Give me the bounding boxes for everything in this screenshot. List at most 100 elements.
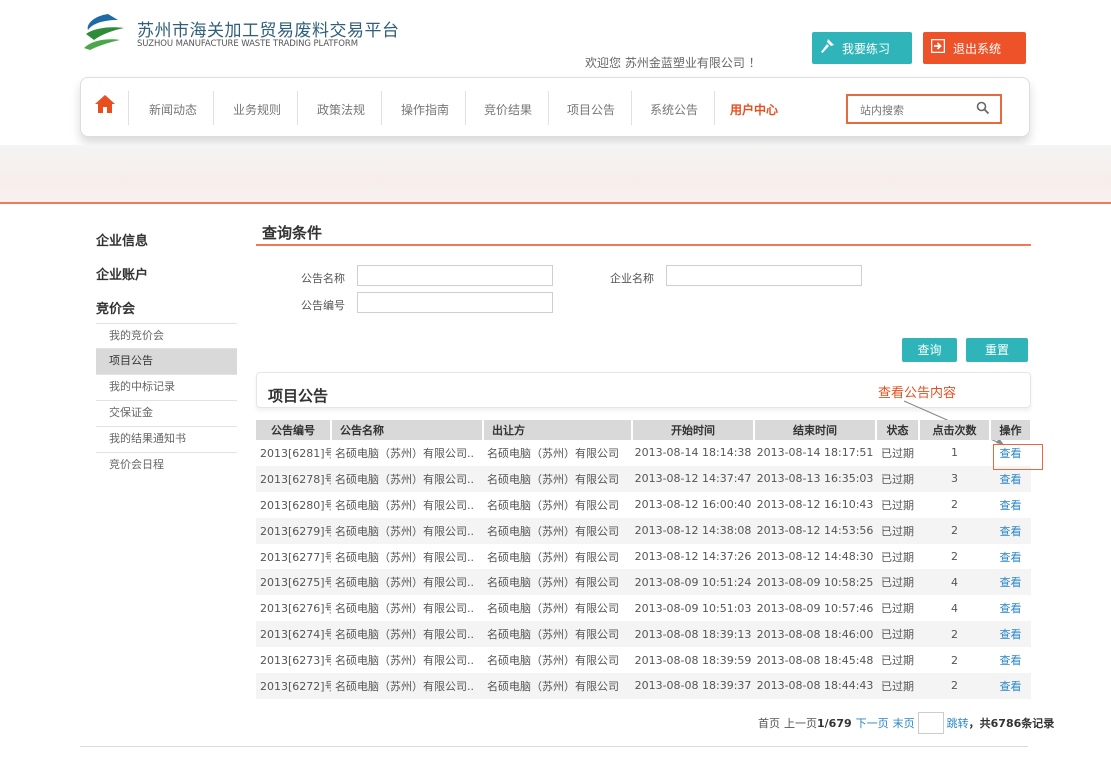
sidebar-item-my-auctions[interactable]: 我的竞价会 xyxy=(96,323,237,349)
table-row: 2013[6276]号 名硕电脑（苏州）有限公司.. 名硕电脑（苏州）有限公司 … xyxy=(256,595,1031,621)
view-link[interactable]: 查看 xyxy=(990,647,1031,673)
list-title: 项目公告 xyxy=(268,387,329,405)
cell-number: 2013[6272]号 xyxy=(256,673,331,699)
cell-clicks: 2 xyxy=(919,673,990,699)
nav-system-notices[interactable]: 系统公告 xyxy=(650,101,698,118)
view-link[interactable]: 查看 xyxy=(990,621,1031,648)
view-link[interactable]: 查看 xyxy=(990,517,1031,544)
pager-jump-input[interactable] xyxy=(917,712,944,734)
home-icon[interactable] xyxy=(94,94,116,114)
pager-first[interactable]: 首页 xyxy=(758,715,780,731)
logout-label: 退出系统 xyxy=(953,41,1002,56)
sidebar-group-auction[interactable]: 竞价会 xyxy=(96,298,135,317)
cell-clicks: 3 xyxy=(919,465,990,492)
pager-prev[interactable]: 上一页 xyxy=(784,715,817,731)
col-header-seller: 出让方 xyxy=(483,420,633,440)
cell-end-time: 2013-08-09 10:58:25 xyxy=(754,569,876,596)
search-icon[interactable] xyxy=(976,101,990,115)
table-body: 2013[6281]号 名硕电脑（苏州）有限公司.. 名硕电脑（苏州）有限公司 … xyxy=(256,440,1031,699)
practice-button[interactable]: 我要练习 xyxy=(812,32,912,64)
cell-name[interactable]: 名硕电脑（苏州）有限公司.. xyxy=(331,595,483,621)
cell-clicks: 1 xyxy=(951,446,958,460)
sidebar-item-winning-records[interactable]: 我的中标记录 xyxy=(96,375,237,401)
cell-name[interactable]: 名硕电脑（苏州）有限公司.. xyxy=(331,621,483,648)
practice-label: 我要练习 xyxy=(842,41,891,56)
gavel-icon xyxy=(812,38,842,58)
company-name-input[interactable] xyxy=(666,265,862,286)
view-link[interactable]: 查看 xyxy=(990,673,1031,699)
cell-number: 2013[6280]号 xyxy=(260,498,331,512)
sidebar-group-company-account[interactable]: 企业账户 xyxy=(96,264,148,283)
nav-project-notices[interactable]: 项目公告 xyxy=(567,101,615,118)
view-link[interactable]: 查看 xyxy=(990,595,1031,621)
cell-seller: 名硕电脑（苏州）有限公司 xyxy=(483,517,632,544)
nav-news[interactable]: 新闻动态 xyxy=(149,101,197,118)
col-header-clicks: 点击次数 xyxy=(919,420,991,440)
table-row: 2013[6280]号 名硕电脑（苏州）有限公司.. 名硕电脑（苏州）有限公司 … xyxy=(256,492,1031,518)
footer-divider xyxy=(80,746,1028,747)
cell-name[interactable]: 名硕电脑（苏州）有限公司.. xyxy=(331,517,483,544)
cell-end-time: 2013-08-08 18:44:43 xyxy=(754,673,876,699)
nav-divider xyxy=(465,91,466,125)
cell-number: 2013[6279]号 xyxy=(256,517,331,544)
nav-divider xyxy=(631,91,632,125)
view-link[interactable]: 查看 xyxy=(990,544,1031,570)
nav-guide[interactable]: 操作指南 xyxy=(401,101,449,118)
pagination: 首页 上一页 1/679 下一页 末页 跳转 ，共6786条记录 xyxy=(758,712,1054,734)
pager-next[interactable]: 下一页 xyxy=(856,715,889,731)
site-search-input[interactable] xyxy=(860,102,970,118)
cell-status: 已过期 xyxy=(881,550,914,564)
cell-number: 2013[6275]号 xyxy=(256,569,331,596)
notice-name-input[interactable] xyxy=(357,265,553,286)
sidebar-item-project-notices[interactable]: 项目公告 xyxy=(96,349,237,375)
cell-clicks: 2 xyxy=(951,653,958,667)
platform-subtitle: SUZHOU MANUFACTURE WASTE TRADING PLATFOR… xyxy=(137,39,358,49)
cell-start-time: 2013-08-12 14:38:08 xyxy=(632,517,754,544)
nav-bid-results[interactable]: 竞价结果 xyxy=(484,101,532,118)
cell-name[interactable]: 名硕电脑（苏州）有限公司.. xyxy=(331,465,483,492)
col-header-name: 公告名称 xyxy=(331,420,484,440)
cell-end-time: 2013-08-12 16:10:43 xyxy=(756,498,874,512)
cell-status: 已过期 xyxy=(881,446,914,460)
query-button[interactable]: 查询 xyxy=(902,338,957,362)
cell-name[interactable]: 名硕电脑（苏州）有限公司.. xyxy=(331,569,483,596)
cell-status: 已过期 xyxy=(876,517,919,544)
cell-name[interactable]: 名硕电脑（苏州）有限公司.. xyxy=(331,492,483,518)
cell-name[interactable]: 名硕电脑（苏州）有限公司.. xyxy=(331,544,483,570)
cell-seller: 名硕电脑（苏州）有限公司 xyxy=(487,654,619,668)
cell-seller: 名硕电脑（苏州）有限公司 xyxy=(487,550,619,564)
pager-jump-button[interactable]: 跳转 xyxy=(947,715,969,731)
reset-button[interactable]: 重置 xyxy=(966,338,1028,362)
nav-policies[interactable]: 政策法规 xyxy=(317,101,365,118)
notice-number-input[interactable] xyxy=(357,292,553,313)
view-link[interactable]: 查看 xyxy=(990,569,1031,596)
table-row: 2013[6272]号 名硕电脑（苏州）有限公司.. 名硕电脑（苏州）有限公司 … xyxy=(256,673,1031,699)
nav-business-rules[interactable]: 业务规则 xyxy=(233,101,281,118)
sidebar-item-deposit[interactable]: 交保证金 xyxy=(96,401,237,427)
cell-status: 已过期 xyxy=(881,498,914,512)
nav-divider xyxy=(381,91,382,125)
cell-seller: 名硕电脑（苏州）有限公司 xyxy=(487,498,619,512)
cell-name[interactable]: 名硕电脑（苏州）有限公司.. xyxy=(331,673,483,699)
cell-clicks: 2 xyxy=(919,621,990,648)
cell-number: 2013[6274]号 xyxy=(256,621,331,648)
cell-name[interactable]: 名硕电脑（苏州）有限公司.. xyxy=(331,440,483,466)
pager-last[interactable]: 末页 xyxy=(893,715,915,731)
platform-logo-icon xyxy=(84,14,124,50)
cell-number: 2013[6278]号 xyxy=(256,465,331,492)
view-link[interactable]: 查看 xyxy=(990,492,1031,518)
cell-number: 2013[6277]号 xyxy=(260,550,331,564)
table-header-row: 公告编号 公告名称 出让方 开始时间 结束时间 状态 点击次数 操作 xyxy=(256,420,1032,440)
view-link[interactable]: 查看 xyxy=(990,440,1031,466)
nav-user-center[interactable]: 用户中心 xyxy=(730,101,778,118)
sidebar-item-auction-schedule[interactable]: 竞价会日程 xyxy=(96,453,237,479)
cell-name[interactable]: 名硕电脑（苏州）有限公司.. xyxy=(331,647,483,673)
cell-status: 已过期 xyxy=(881,602,914,616)
view-link[interactable]: 查看 xyxy=(990,465,1031,492)
logout-button[interactable]: 退出系统 xyxy=(923,32,1026,64)
nav-divider xyxy=(213,91,214,125)
sidebar-group-company-info[interactable]: 企业信息 xyxy=(96,230,148,249)
sidebar-item-result-notices[interactable]: 我的结果通知书 xyxy=(96,427,237,453)
cell-end-time: 2013-08-08 18:46:00 xyxy=(754,621,876,648)
notices-table: 公告编号 公告名称 出让方 开始时间 结束时间 状态 点击次数 操作 2013[… xyxy=(256,420,1032,699)
